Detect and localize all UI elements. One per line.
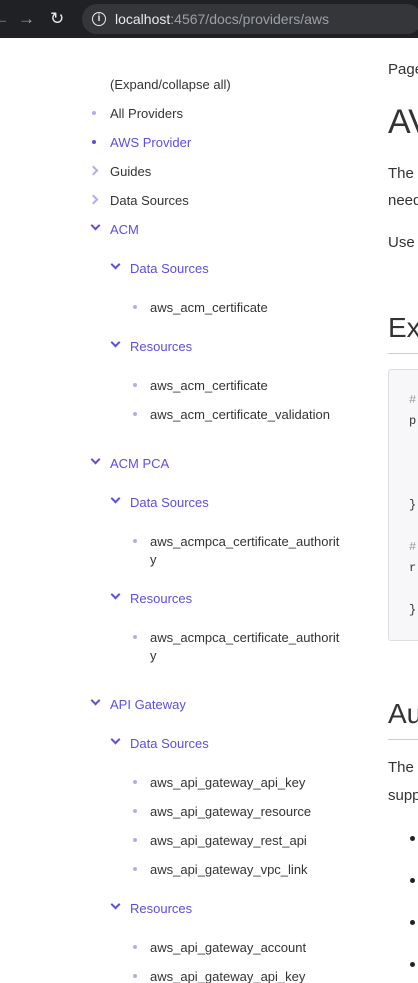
url-path: :4567/docs/providers/aws [170, 11, 330, 27]
intro-text: The [388, 165, 414, 182]
sidebar-item-acm-pca[interactable]: ACM PCA [110, 455, 169, 473]
chevron-down-icon[interactable] [110, 337, 121, 348]
sidebar-item-api-gateway[interactable]: API Gateway [110, 696, 186, 714]
reload-icon[interactable]: ↻ [50, 9, 70, 29]
intro-text: need [388, 192, 418, 209]
sidebar-item-link[interactable]: aws_api_gateway_account [150, 939, 306, 957]
page-label-text: Page [388, 61, 418, 78]
sidebar-item-link[interactable]: aws_acmpca_certificate_authority [150, 533, 340, 569]
auth-text: supp [388, 787, 418, 804]
code-line: p [409, 414, 417, 428]
code-line: # [409, 393, 417, 407]
sidebar-item-link[interactable]: aws_api_gateway_api_key [150, 774, 305, 792]
code-line: } [409, 603, 417, 617]
chevron-down-icon[interactable] [90, 695, 101, 706]
bullet-icon [133, 838, 137, 842]
sidebar-item-link[interactable]: aws_acmpca_certificate_authority [150, 629, 340, 665]
example-usage-heading: Ex [388, 312, 418, 343]
chevron-down-icon[interactable] [90, 220, 101, 231]
auth-text: The [388, 759, 414, 776]
sidebar-item-guides[interactable]: Guides [110, 163, 151, 181]
bullet-icon [133, 974, 137, 978]
sidebar-item-acm-data-sources[interactable]: Data Sources [130, 260, 209, 278]
sidebar-item-link[interactable]: aws_acm_certificate_validation [150, 406, 330, 424]
bullet-icon [133, 539, 137, 543]
sidebar-item-acm[interactable]: ACM [110, 221, 139, 239]
bullet-icon [133, 809, 137, 813]
bullet-icon [133, 412, 137, 416]
info-icon[interactable]: i [92, 12, 106, 26]
authentication-heading: Au [388, 698, 418, 729]
heading-divider [388, 353, 418, 354]
chevron-down-icon[interactable] [90, 454, 101, 465]
sidebar-item-acm-pca-data-sources[interactable]: Data Sources [130, 494, 209, 512]
bullet-icon [92, 111, 96, 115]
bullet-icon [133, 867, 137, 871]
sidebar-item-link[interactable]: aws_api_gateway_resource [150, 803, 311, 821]
sidebar-item-all-providers[interactable]: All Providers [110, 105, 183, 123]
sidebar-item-api-gateway-resources[interactable]: Resources [130, 900, 192, 918]
chevron-down-icon[interactable] [110, 899, 121, 910]
sidebar-item-aws-provider[interactable]: AWS Provider [110, 134, 191, 152]
chevron-down-icon[interactable] [110, 734, 121, 745]
bullet-icon [133, 945, 137, 949]
bullet-icon [133, 635, 137, 639]
heading-divider [388, 739, 418, 740]
sidebar-item-acm-resources[interactable]: Resources [130, 338, 192, 356]
expand-collapse-all-link[interactable]: (Expand/collapse all) [110, 76, 231, 94]
chevron-right-icon[interactable] [88, 194, 99, 205]
forward-arrow-icon[interactable]: → [18, 9, 36, 29]
sidebar-item-link[interactable]: aws_api_gateway_rest_api [150, 832, 307, 850]
sidebar-item-acm-pca-resources[interactable]: Resources [130, 590, 192, 608]
sidebar-item-link[interactable]: aws_api_gateway_api_key [150, 968, 305, 983]
list-bullet [410, 836, 415, 841]
chevron-down-icon[interactable] [110, 259, 121, 270]
chevron-right-icon[interactable] [88, 165, 99, 176]
sidebar-item-api-gateway-data-sources[interactable]: Data Sources [130, 735, 209, 753]
browser-toolbar: ← → ↻ i localhost:4567/docs/providers/aw… [0, 0, 418, 38]
code-block: # p } # r } [388, 369, 418, 641]
bullet-icon [133, 780, 137, 784]
sidebar-item-link[interactable]: aws_acm_certificate [150, 299, 268, 317]
intro-text: Use [388, 234, 415, 251]
chevron-down-icon[interactable] [110, 493, 121, 504]
back-arrow-icon[interactable]: ← [0, 9, 6, 29]
code-line: } [409, 498, 417, 512]
bullet-icon [133, 305, 137, 309]
page-title: AV [388, 103, 418, 141]
main-content: Page AV The need Use Ex # p } # r } Au T… [388, 38, 418, 983]
url-host: localhost [115, 11, 171, 27]
list-bullet [410, 962, 415, 967]
address-bar[interactable]: i localhost:4567/docs/providers/aws [82, 4, 418, 34]
bullet-icon [133, 383, 137, 387]
code-line: r [409, 561, 417, 575]
bullet-icon [92, 140, 96, 144]
code-line: # [409, 540, 417, 554]
url-text[interactable]: localhost:4567/docs/providers/aws [115, 11, 329, 27]
chevron-down-icon[interactable] [110, 589, 121, 600]
sidebar-item-link[interactable]: aws_api_gateway_vpc_link [150, 861, 308, 879]
sidebar-item-link[interactable]: aws_acm_certificate [150, 377, 268, 395]
list-bullet [410, 920, 415, 925]
list-bullet [410, 878, 415, 883]
sidebar-item-data-sources[interactable]: Data Sources [110, 192, 189, 210]
